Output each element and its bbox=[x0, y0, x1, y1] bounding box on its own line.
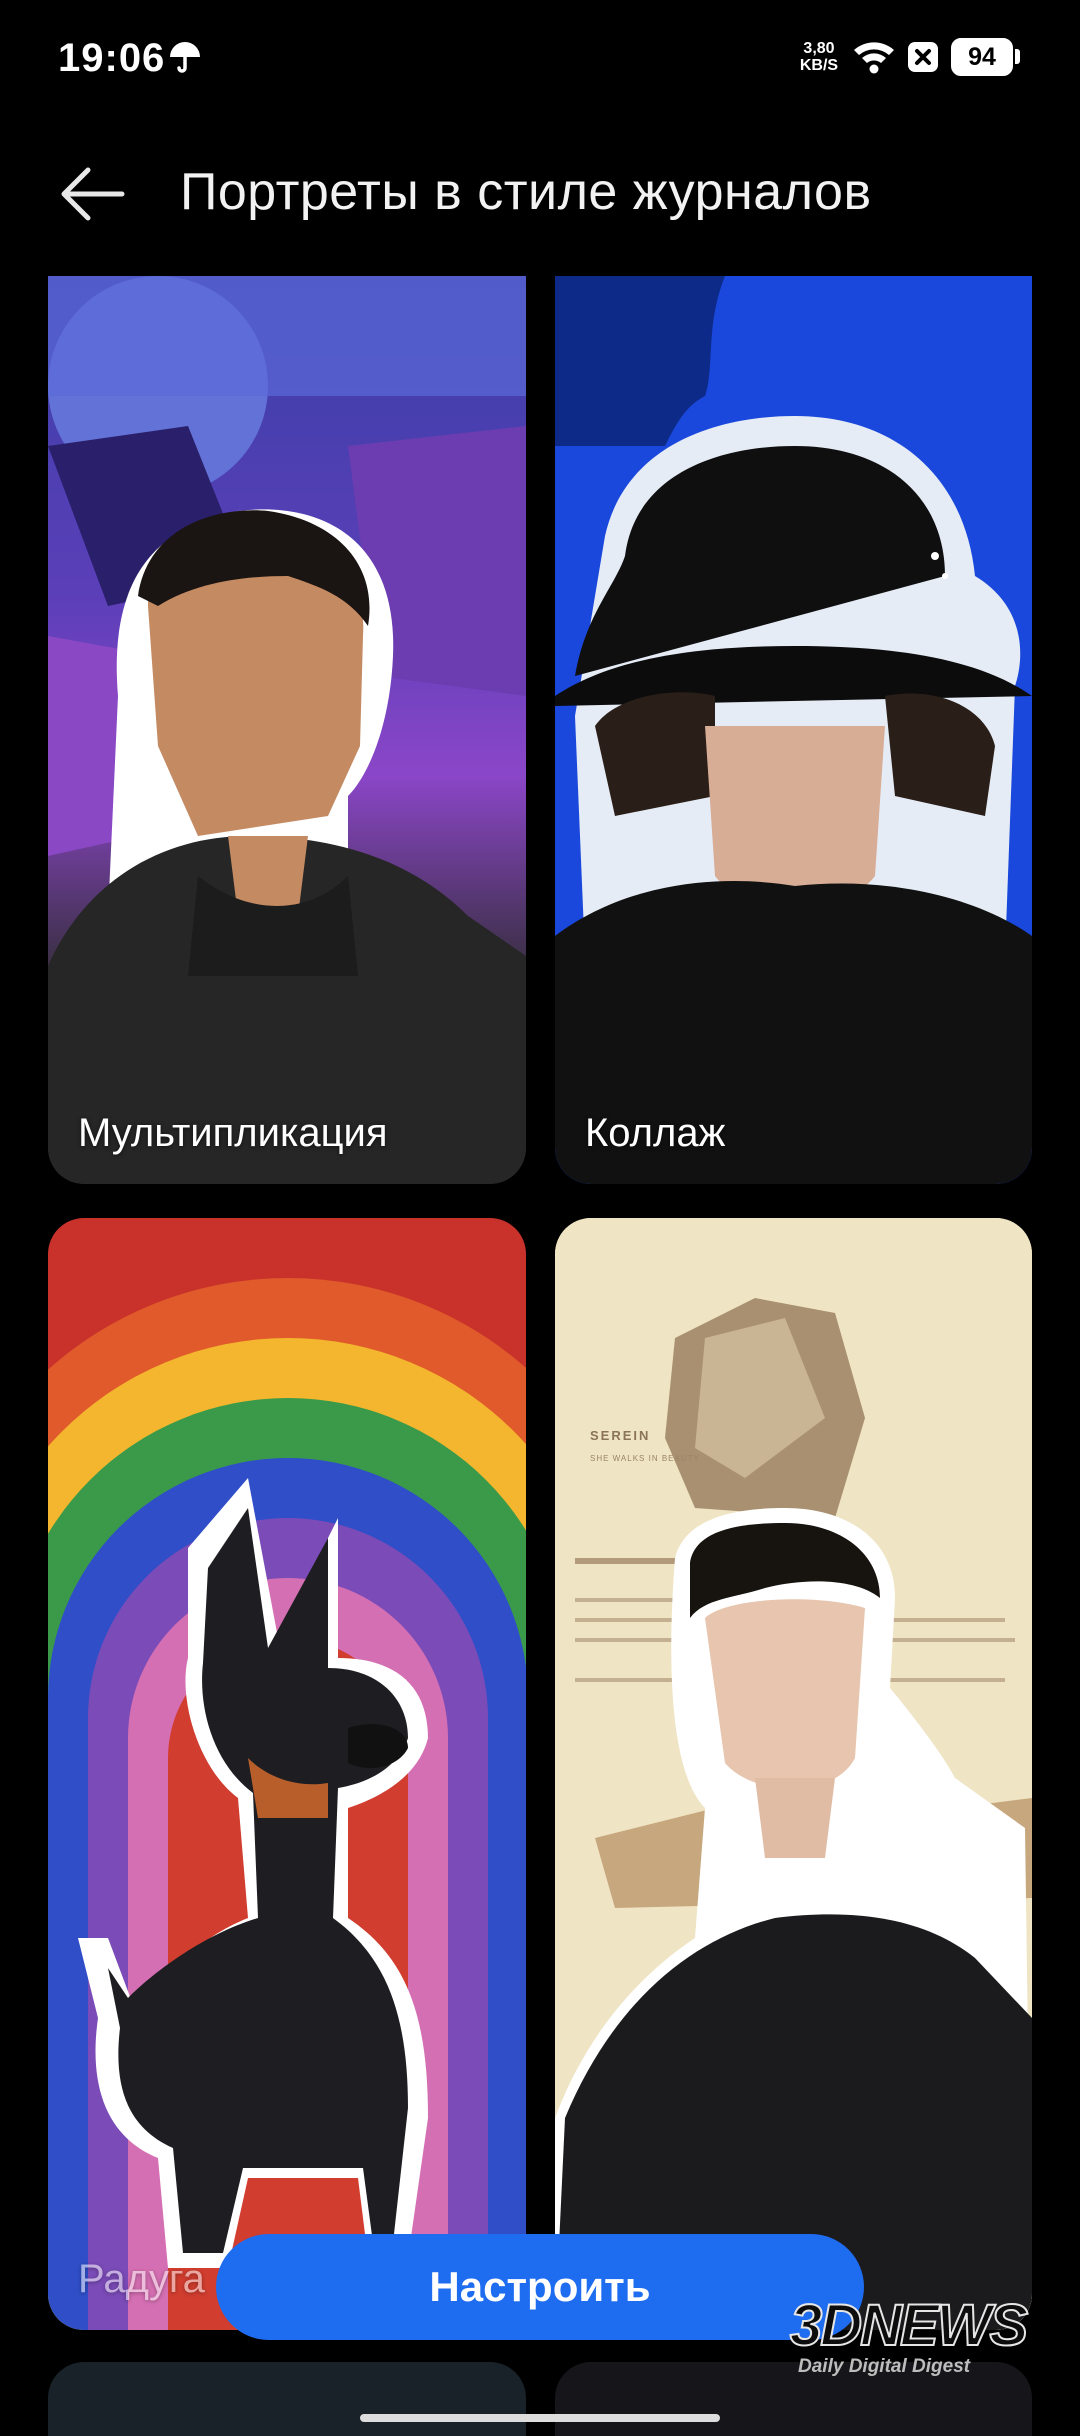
style-card-collage[interactable]: Коллаж bbox=[555, 276, 1032, 1184]
umbrella-icon bbox=[170, 42, 200, 73]
back-button[interactable] bbox=[56, 158, 132, 230]
sim-blocked-icon bbox=[908, 42, 938, 72]
rainbow-dog-image bbox=[48, 1218, 526, 2330]
network-speed-unit: KB/S bbox=[799, 57, 839, 74]
style-card-cartoon[interactable]: Мультипликация bbox=[48, 276, 526, 1184]
style-label: Коллаж bbox=[585, 1111, 726, 1155]
status-time: 19:06 bbox=[58, 36, 166, 80]
cartoon-portrait-image bbox=[48, 276, 526, 1184]
magazine-subheading: SHE WALKS IN BEAUTY bbox=[590, 1454, 700, 1463]
page-title: Портреты в стиле журналов bbox=[180, 163, 872, 221]
style-card-magazine[interactable]: SEREIN SHE WALKS IN BEAUTY bbox=[555, 1218, 1032, 2330]
style-label: Мультипликация bbox=[78, 1111, 388, 1155]
battery-tip bbox=[1015, 49, 1020, 64]
home-indicator[interactable] bbox=[360, 2414, 720, 2422]
network-speed: 3,80 KB/S bbox=[797, 40, 841, 74]
wifi-icon bbox=[854, 42, 894, 74]
style-card-rainbow[interactable]: Радуга bbox=[48, 1218, 526, 2330]
style-label: Радуга bbox=[78, 2257, 205, 2301]
magazine-heading: SEREIN bbox=[590, 1428, 651, 1443]
watermark-logo: 3DNEWS Daily Digital Digest bbox=[789, 2292, 1040, 2382]
arrow-left-icon bbox=[61, 167, 125, 221]
battery-icon: 94 bbox=[951, 38, 1013, 76]
status-bar: 19:06 3,80 KB/S 94 bbox=[0, 0, 1080, 120]
watermark-brand: 3DNEWS bbox=[789, 2292, 1029, 2359]
style-card-partial-left[interactable] bbox=[48, 2362, 526, 2436]
collage-portrait-image bbox=[555, 276, 1032, 1184]
magazine-portrait-image bbox=[555, 1218, 1032, 2330]
watermark-tagline: Daily Digital Digest bbox=[798, 2356, 971, 2377]
battery-level: 94 bbox=[968, 43, 996, 71]
customize-button[interactable]: Настроить bbox=[216, 2234, 864, 2340]
network-speed-value: 3,80 bbox=[803, 40, 835, 57]
